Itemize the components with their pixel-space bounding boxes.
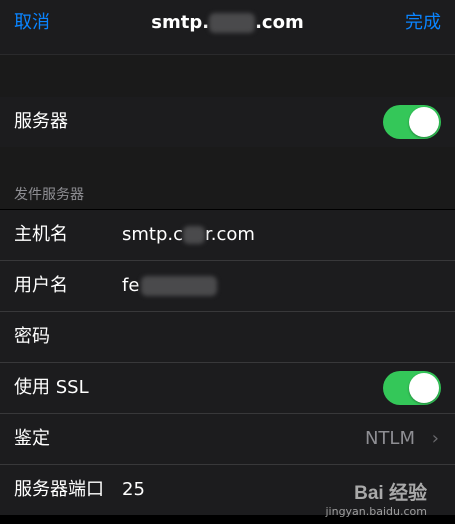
user-value-prefix: fe xyxy=(122,275,140,296)
user-field[interactable]: fe xyxy=(122,261,218,311)
password-label: 密码 xyxy=(14,326,50,347)
nav-title-suffix: .com xyxy=(255,12,304,33)
redacted-area xyxy=(183,226,206,244)
host-field[interactable]: smtp.c r.com xyxy=(122,210,255,260)
chevron-right-icon: › xyxy=(431,428,439,449)
watermark: Bai 经验 jingyan.baidu.com xyxy=(325,478,427,518)
section-header-outgoing: 发件服务器 xyxy=(14,187,84,203)
host-value-prefix: smtp.c xyxy=(122,224,184,245)
auth-row[interactable]: 鉴定 NTLM › xyxy=(0,414,455,465)
done-button[interactable]: 完成 xyxy=(405,11,441,35)
server-toggle[interactable] xyxy=(383,105,441,139)
host-value-suffix: r.com xyxy=(205,224,255,245)
server-label: 服务器 xyxy=(14,111,68,132)
toggle-knob xyxy=(409,373,439,403)
server-group: 服务器 xyxy=(0,97,455,147)
host-row[interactable]: 主机名 smtp.c r.com xyxy=(0,210,455,261)
nav-title: smtp. .com xyxy=(0,11,455,35)
user-row[interactable]: 用户名 fe xyxy=(0,261,455,312)
host-label: 主机名 xyxy=(14,224,68,245)
ssl-row: 使用 SSL xyxy=(0,363,455,414)
toggle-knob xyxy=(409,107,439,137)
port-value[interactable]: 25 xyxy=(122,465,145,515)
ssl-label: 使用 SSL xyxy=(14,377,89,398)
outgoing-group: 主机名 smtp.c r.com 用户名 fe 密码 使用 SSL 鉴定 NTLM… xyxy=(0,210,455,515)
watermark-logo: Bai 经验 xyxy=(354,483,427,504)
watermark-url: jingyan.baidu.com xyxy=(325,505,427,518)
auth-label: 鉴定 xyxy=(14,428,50,449)
password-row[interactable]: 密码 xyxy=(0,312,455,363)
nav-bar: 取消 smtp. .com 完成 xyxy=(0,0,455,55)
redacted-area xyxy=(141,276,218,296)
redacted-area xyxy=(209,13,256,33)
port-label: 服务器端口 xyxy=(14,479,104,500)
user-label: 用户名 xyxy=(14,275,68,296)
server-row: 服务器 xyxy=(0,97,455,147)
auth-value: NTLM xyxy=(364,428,415,449)
ssl-toggle[interactable] xyxy=(383,371,441,405)
nav-title-prefix: smtp. xyxy=(151,12,210,33)
group-spacer xyxy=(0,55,455,97)
